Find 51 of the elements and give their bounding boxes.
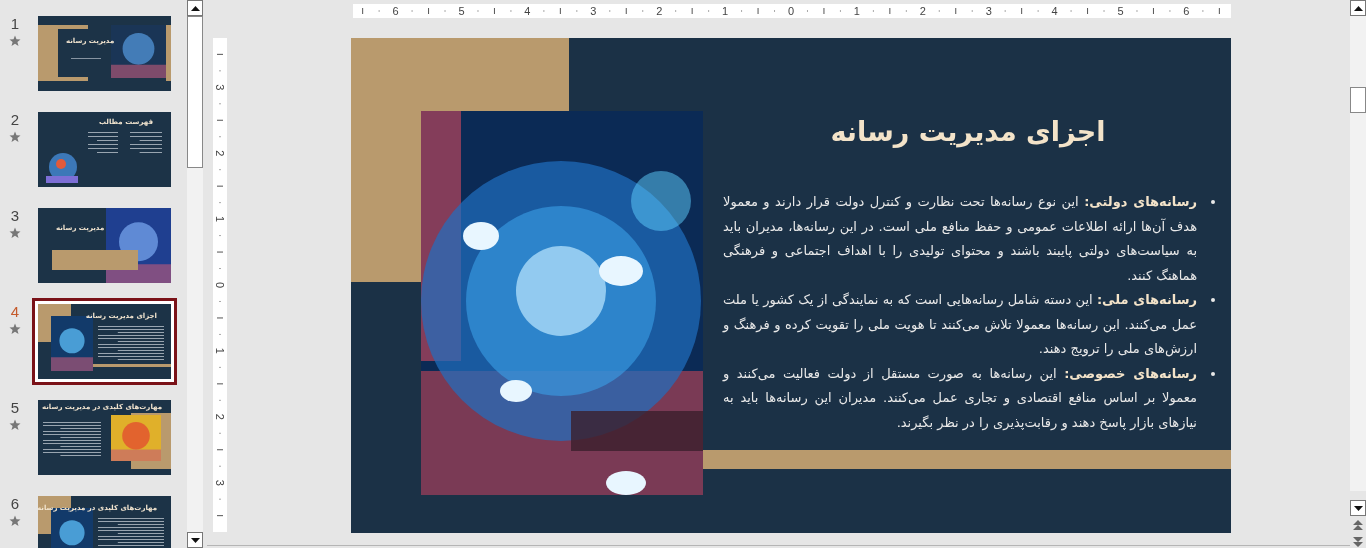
star-icon bbox=[9, 131, 21, 143]
scroll-up-button[interactable] bbox=[1350, 0, 1366, 16]
ruler-number: 0 bbox=[214, 281, 226, 289]
bullet-dot bbox=[1211, 371, 1215, 376]
down-arrow-icon bbox=[1353, 505, 1363, 511]
star-icon bbox=[9, 515, 21, 527]
slide-number: 1 bbox=[10, 16, 20, 32]
ruler-number: 1 bbox=[214, 347, 226, 354]
scrollbar-thumb[interactable] bbox=[1350, 87, 1366, 113]
ruler-number: 0 bbox=[787, 5, 795, 17]
ruler-number: 2 bbox=[919, 5, 926, 17]
ruler-number: 2 bbox=[214, 150, 226, 157]
up-arrow-icon bbox=[190, 5, 200, 11]
next-slide-icon[interactable] bbox=[1352, 536, 1364, 548]
ruler-number: 3 bbox=[590, 5, 597, 17]
bullet-text: رسانه‌های خصوصی: این رسانه‌ها به صورت مستقل از دولت فعالیت می‌کنند و معمولا بر اساس منافع اقتصادی و تجاری عمل می‌کنند. مدیران این رسانه‌ها باید به نیازهای بازار پاسخ دهند و رقابت‌پذیری را در نظر بگیرند. bbox=[723, 365, 1197, 430]
ruler-number: 4 bbox=[1051, 5, 1058, 17]
previous-slide-icon[interactable] bbox=[1352, 520, 1364, 532]
ruler-number: 3 bbox=[214, 84, 226, 91]
slide-number: 6 bbox=[10, 496, 20, 512]
star-icon bbox=[9, 227, 21, 239]
slide-number: 2 bbox=[10, 112, 20, 128]
ruler-number: 3 bbox=[214, 479, 226, 486]
ruler-number: 1 bbox=[722, 5, 729, 17]
ruler-number: 2 bbox=[656, 5, 663, 17]
scrollbar-thumb[interactable] bbox=[187, 16, 203, 168]
scroll-down-button[interactable] bbox=[1350, 500, 1366, 516]
slide-title: اجزای مدیریت رسانه bbox=[829, 115, 1107, 150]
slide-number: 5 bbox=[10, 400, 20, 416]
ruler-number: 1 bbox=[853, 5, 860, 17]
ruler-number: 5 bbox=[1117, 5, 1124, 17]
bullet-dot bbox=[1211, 200, 1215, 204]
ruler-number: 2 bbox=[214, 413, 226, 420]
up-arrow-icon bbox=[1353, 5, 1363, 11]
slide-number: 3 bbox=[10, 208, 20, 224]
ruler-number: 5 bbox=[458, 5, 465, 17]
scroll-down-button[interactable] bbox=[187, 532, 203, 548]
ruler-number: 1 bbox=[214, 216, 226, 223]
star-icon bbox=[9, 419, 21, 431]
star-icon bbox=[9, 323, 21, 335]
bullet-text: رسانه‌های دولتی: این نوع رسانه‌ها تحت نظارت و کنترل دولت قرار دارند و معمولا هدف آن‌ها ارائه اطلاعات عمومی و حفظ منافع ملی است. در این رسانه‌ها، مدیران باید به سیاست‌های دولتی پایبند باشند و محتوای تولیدی را با اهداف اجتماعی و فرهنگی هماهنگ کنند. bbox=[723, 194, 1197, 283]
scroll-up-button[interactable] bbox=[187, 0, 203, 16]
ruler-number: 3 bbox=[985, 5, 992, 17]
ruler-number: 6 bbox=[1183, 5, 1190, 17]
bullet-text: رسانه‌های ملی: این دسته شامل رسانه‌هایی است که به نمایندگی از یک کشور یا ملت عمل می‌کنند. این رسانه‌ها معمولا تلاش می‌کنند تا هویت ملی را تقویت کرده و فرهنگ و ارزش‌های ملی را ترویج دهند. bbox=[723, 292, 1197, 356]
slide-number: 4 bbox=[10, 304, 20, 320]
bullet-dot bbox=[1211, 298, 1215, 302]
ruler-number: 4 bbox=[524, 5, 531, 17]
ruler-number: 6 bbox=[392, 5, 399, 17]
star-icon bbox=[9, 35, 21, 47]
down-arrow-icon bbox=[190, 537, 200, 543]
